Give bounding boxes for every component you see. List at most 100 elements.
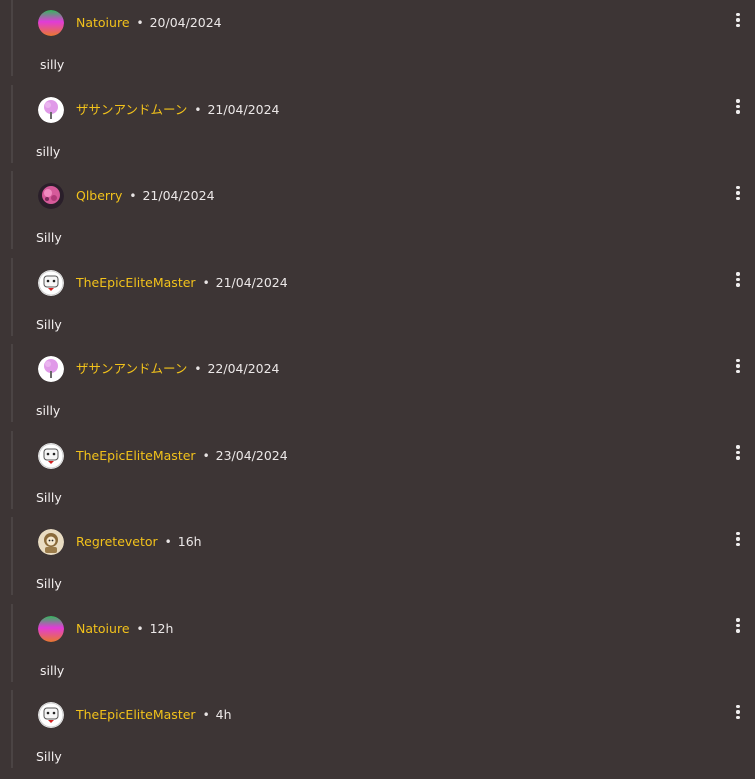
white-face-avatar-icon[interactable] (38, 442, 64, 469)
more-dot (736, 704, 740, 709)
comment-item: ザサンアンドムーン • 21/04/2024 silly (0, 84, 755, 174)
more-dot (736, 618, 740, 622)
thread-line[interactable] (11, 0, 13, 76)
thread-line[interactable] (11, 517, 13, 595)
comment-item: ザサンアンドムーン • 22/04/2024 silly (0, 344, 755, 433)
more-options-button[interactable] (728, 528, 748, 550)
comment-timestamp: 21/04/2024 (142, 188, 215, 203)
more-options-button[interactable] (728, 96, 748, 118)
more-options-button[interactable] (728, 355, 748, 377)
more-options-button[interactable] (728, 269, 748, 291)
thread-line[interactable] (11, 171, 13, 249)
more-dot (736, 277, 740, 282)
comment-text: silly (36, 403, 61, 418)
more-dot (736, 531, 740, 536)
more-dot (736, 196, 740, 201)
separator-dot: • (194, 102, 202, 117)
more-options-button[interactable] (728, 9, 748, 31)
more-dot (736, 542, 740, 547)
comment-item: Qlberry • 21/04/2024 Silly (0, 171, 755, 260)
comment-item: TheEpicEliteMaster • 4h Silly (0, 690, 755, 779)
more-options-button[interactable] (728, 615, 748, 637)
separator-dot: • (194, 362, 202, 376)
pink-character-avatar-icon[interactable] (38, 183, 64, 209)
username-link[interactable]: TheEpicEliteMaster (76, 707, 196, 722)
comment-item: TheEpicEliteMaster • 21/04/2024 Silly (0, 257, 755, 347)
comment-meta: TheEpicEliteMaster • 4h (76, 707, 232, 723)
comment-meta: TheEpicEliteMaster • 23/04/2024 (76, 448, 288, 464)
comment-text: silly (40, 662, 65, 678)
thread-line[interactable] (11, 603, 13, 682)
username-link[interactable]: Regretevetor (76, 534, 158, 549)
more-dot (736, 456, 740, 460)
comment-meta: ザサンアンドムーン • 22/04/2024 (76, 361, 280, 377)
more-dot (736, 18, 740, 22)
username-link[interactable]: TheEpicEliteMaster (76, 275, 196, 290)
comment-meta: ザサンアンドムーン • 21/04/2024 (76, 102, 280, 118)
comment-meta: Natoiure • 20/04/2024 (76, 15, 222, 31)
white-face-avatar-icon[interactable] (38, 702, 64, 728)
username-link[interactable]: Natoiure (76, 15, 130, 30)
brown-character-avatar-icon[interactable] (38, 529, 64, 555)
thread-line[interactable] (11, 344, 13, 422)
separator-dot: • (164, 535, 172, 549)
comment-timestamp: 21/04/2024 (215, 274, 288, 290)
username-link[interactable]: Qlberry (76, 188, 122, 203)
more-dot (736, 99, 740, 103)
separator-dot: • (202, 708, 210, 722)
more-options-button[interactable] (728, 182, 748, 204)
separator-dot: • (136, 621, 144, 636)
more-dot (736, 12, 740, 17)
comment-meta: TheEpicEliteMaster • 21/04/2024 (76, 275, 288, 291)
comment-timestamp: 12h (149, 620, 174, 636)
more-options-button[interactable] (728, 442, 748, 464)
comment-item: Natoiure • 20/04/2024 silly (0, 0, 755, 87)
username-link[interactable]: TheEpicEliteMaster (76, 448, 196, 463)
more-dot (736, 623, 740, 628)
comment-text: Silly (36, 489, 62, 505)
comment-timestamp: 21/04/2024 (207, 101, 280, 117)
comment-timestamp: 20/04/2024 (149, 15, 222, 30)
thread-line[interactable] (11, 430, 13, 509)
comment-timestamp: 23/04/2024 (215, 447, 288, 463)
comment-item: Natoiure • 12h silly (0, 603, 755, 693)
comment-text: Silly (36, 316, 62, 332)
username-link[interactable]: ザサンアンドムーン (76, 102, 187, 117)
pink-tree-avatar-icon[interactable] (38, 356, 64, 382)
separator-dot: • (136, 16, 144, 30)
more-dot (736, 629, 740, 633)
more-dot (736, 537, 740, 541)
more-options-button[interactable] (728, 701, 748, 723)
more-dot (736, 710, 740, 714)
pink-tree-avatar-icon[interactable] (38, 96, 64, 123)
more-dot (736, 450, 740, 455)
comment-text: Silly (36, 576, 62, 591)
more-dot (736, 364, 740, 368)
more-dot (736, 369, 740, 374)
more-dot (736, 23, 740, 28)
comment-text: silly (36, 143, 61, 159)
comment-meta: Natoiure • 12h (76, 621, 173, 637)
separator-dot: • (129, 189, 137, 203)
thread-line[interactable] (11, 257, 13, 336)
username-link[interactable]: Natoiure (76, 621, 130, 636)
more-dot (736, 358, 740, 363)
more-dot (736, 445, 740, 449)
thread-line[interactable] (11, 690, 13, 768)
comment-timestamp: 4h (215, 707, 232, 722)
more-dot (736, 715, 740, 720)
separator-dot: • (202, 448, 210, 463)
comment-list: Natoiure • 20/04/2024 silly ザサンアンドムーン • 21/0… (0, 0, 755, 775)
username-link[interactable]: ザサンアンドムーン (76, 361, 187, 376)
gradient-avatar-icon[interactable] (38, 10, 64, 36)
more-dot (736, 110, 740, 114)
more-dot (736, 104, 740, 109)
white-face-avatar-icon[interactable] (38, 269, 64, 296)
comment-timestamp: 22/04/2024 (207, 361, 280, 376)
more-dot (736, 191, 740, 195)
more-dot (736, 185, 740, 190)
thread-line[interactable] (11, 84, 13, 163)
gradient-avatar-icon[interactable] (38, 615, 64, 642)
more-dot (736, 272, 740, 276)
comment-text: Silly (36, 230, 62, 245)
